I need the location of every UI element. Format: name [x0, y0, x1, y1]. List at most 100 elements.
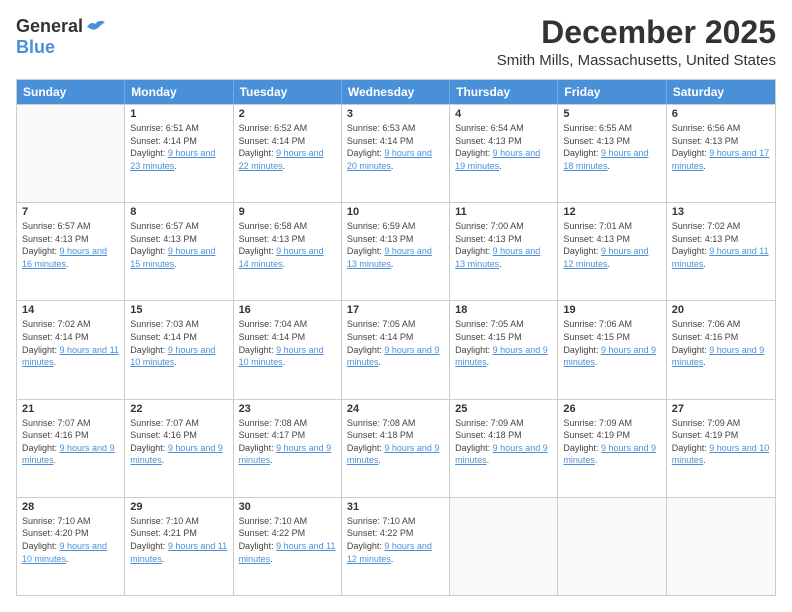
day-number: 11	[455, 206, 552, 218]
day-number: 26	[563, 403, 660, 415]
sunrise-text: Sunrise: 6:52 AM	[239, 122, 336, 135]
sunrise-text: Sunrise: 6:57 AM	[130, 220, 227, 233]
cal-cell	[450, 498, 558, 595]
cal-week-2: 14Sunrise: 7:02 AMSunset: 4:14 PMDayligh…	[17, 300, 775, 398]
cal-cell: 12Sunrise: 7:01 AMSunset: 4:13 PMDayligh…	[558, 203, 666, 300]
day-info: Sunrise: 7:02 AMSunset: 4:14 PMDaylight:…	[22, 318, 119, 368]
day-info: Sunrise: 6:58 AMSunset: 4:13 PMDaylight:…	[239, 220, 336, 270]
day-info: Sunrise: 7:02 AMSunset: 4:13 PMDaylight:…	[672, 220, 770, 270]
sunset-text: Sunset: 4:13 PM	[347, 233, 444, 246]
daylight-label: Daylight:	[22, 345, 60, 355]
sunset-text: Sunset: 4:14 PM	[130, 135, 227, 148]
title-area: December 2025 Smith Mills, Massachusetts…	[497, 16, 776, 69]
sunrise-text: Sunrise: 7:06 AM	[563, 318, 660, 331]
cal-cell: 25Sunrise: 7:09 AMSunset: 4:18 PMDayligh…	[450, 400, 558, 497]
daylight-text: Daylight: 9 hours and 10 minutes.	[672, 442, 770, 467]
day-number: 22	[130, 403, 227, 415]
cal-cell	[17, 105, 125, 202]
daylight-label: Daylight:	[22, 246, 60, 256]
daylight-label: Daylight:	[22, 541, 60, 551]
day-info: Sunrise: 6:59 AMSunset: 4:13 PMDaylight:…	[347, 220, 444, 270]
day-number: 3	[347, 108, 444, 120]
sunset-text: Sunset: 4:14 PM	[347, 331, 444, 344]
cal-header-tuesday: Tuesday	[234, 80, 342, 104]
day-info: Sunrise: 7:10 AMSunset: 4:21 PMDaylight:…	[130, 515, 227, 565]
cal-header-wednesday: Wednesday	[342, 80, 450, 104]
day-number: 12	[563, 206, 660, 218]
daylight-text: Daylight: 9 hours and 19 minutes.	[455, 147, 552, 172]
daylight-period: .	[174, 161, 177, 171]
sunrise-text: Sunrise: 7:02 AM	[22, 318, 119, 331]
sunset-text: Sunset: 4:13 PM	[455, 135, 552, 148]
sunset-text: Sunset: 4:16 PM	[130, 429, 227, 442]
daylight-period: .	[499, 259, 502, 269]
sunrise-text: Sunrise: 7:08 AM	[347, 417, 444, 430]
day-info: Sunrise: 7:09 AMSunset: 4:19 PMDaylight:…	[563, 417, 660, 467]
daylight-period: .	[174, 259, 177, 269]
daylight-label: Daylight:	[130, 541, 168, 551]
daylight-label: Daylight:	[672, 148, 710, 158]
sunset-text: Sunset: 4:13 PM	[130, 233, 227, 246]
daylight-period: .	[487, 455, 490, 465]
day-number: 16	[239, 304, 336, 316]
daylight-text: Daylight: 9 hours and 9 minutes.	[239, 442, 336, 467]
sunset-text: Sunset: 4:14 PM	[347, 135, 444, 148]
sunset-text: Sunset: 4:14 PM	[130, 331, 227, 344]
daylight-text: Daylight: 9 hours and 9 minutes.	[563, 344, 660, 369]
daylight-label: Daylight:	[347, 345, 385, 355]
calendar: SundayMondayTuesdayWednesdayThursdayFrid…	[16, 79, 776, 596]
day-info: Sunrise: 7:05 AMSunset: 4:14 PMDaylight:…	[347, 318, 444, 368]
cal-cell: 27Sunrise: 7:09 AMSunset: 4:19 PMDayligh…	[667, 400, 775, 497]
cal-cell: 16Sunrise: 7:04 AMSunset: 4:14 PMDayligh…	[234, 301, 342, 398]
daylight-period: .	[391, 259, 394, 269]
day-info: Sunrise: 7:10 AMSunset: 4:20 PMDaylight:…	[22, 515, 119, 565]
day-info: Sunrise: 7:08 AMSunset: 4:17 PMDaylight:…	[239, 417, 336, 467]
sunset-text: Sunset: 4:13 PM	[563, 233, 660, 246]
sunset-text: Sunset: 4:15 PM	[455, 331, 552, 344]
daylight-label: Daylight:	[455, 345, 493, 355]
daylight-period: .	[66, 554, 69, 564]
cal-cell	[667, 498, 775, 595]
day-number: 8	[130, 206, 227, 218]
sunset-text: Sunset: 4:13 PM	[563, 135, 660, 148]
daylight-period: .	[162, 455, 165, 465]
sunrise-text: Sunrise: 6:59 AM	[347, 220, 444, 233]
daylight-label: Daylight:	[563, 345, 601, 355]
day-number: 21	[22, 403, 119, 415]
daylight-period: .	[162, 554, 165, 564]
cal-cell: 7Sunrise: 6:57 AMSunset: 4:13 PMDaylight…	[17, 203, 125, 300]
sunrise-text: Sunrise: 6:54 AM	[455, 122, 552, 135]
daylight-period: .	[391, 161, 394, 171]
daylight-label: Daylight:	[130, 443, 168, 453]
daylight-text: Daylight: 9 hours and 17 minutes.	[672, 147, 770, 172]
sunrise-text: Sunrise: 7:10 AM	[22, 515, 119, 528]
daylight-period: .	[607, 161, 610, 171]
cal-cell: 20Sunrise: 7:06 AMSunset: 4:16 PMDayligh…	[667, 301, 775, 398]
daylight-period: .	[378, 455, 381, 465]
sunset-text: Sunset: 4:20 PM	[22, 527, 119, 540]
daylight-text: Daylight: 9 hours and 9 minutes.	[130, 442, 227, 467]
sunrise-text: Sunrise: 6:57 AM	[22, 220, 119, 233]
daylight-period: .	[270, 455, 273, 465]
sunrise-text: Sunrise: 6:58 AM	[239, 220, 336, 233]
cal-week-4: 28Sunrise: 7:10 AMSunset: 4:20 PMDayligh…	[17, 497, 775, 595]
cal-cell: 30Sunrise: 7:10 AMSunset: 4:22 PMDayligh…	[234, 498, 342, 595]
daylight-text: Daylight: 9 hours and 9 minutes.	[22, 442, 119, 467]
day-info: Sunrise: 6:57 AMSunset: 4:13 PMDaylight:…	[22, 220, 119, 270]
day-number: 25	[455, 403, 552, 415]
day-number: 13	[672, 206, 770, 218]
daylight-period: .	[595, 357, 598, 367]
cal-week-0: 1Sunrise: 6:51 AMSunset: 4:14 PMDaylight…	[17, 104, 775, 202]
day-number: 10	[347, 206, 444, 218]
day-info: Sunrise: 7:07 AMSunset: 4:16 PMDaylight:…	[22, 417, 119, 467]
daylight-label: Daylight:	[563, 148, 601, 158]
daylight-text: Daylight: 9 hours and 9 minutes.	[672, 344, 770, 369]
daylight-text: Daylight: 9 hours and 22 minutes.	[239, 147, 336, 172]
sunrise-text: Sunrise: 7:10 AM	[130, 515, 227, 528]
daylight-period: .	[499, 161, 502, 171]
daylight-label: Daylight:	[672, 443, 710, 453]
calendar-body: 1Sunrise: 6:51 AMSunset: 4:14 PMDaylight…	[17, 104, 775, 595]
cal-week-1: 7Sunrise: 6:57 AMSunset: 4:13 PMDaylight…	[17, 202, 775, 300]
sunrise-text: Sunrise: 7:07 AM	[130, 417, 227, 430]
cal-header-saturday: Saturday	[667, 80, 775, 104]
